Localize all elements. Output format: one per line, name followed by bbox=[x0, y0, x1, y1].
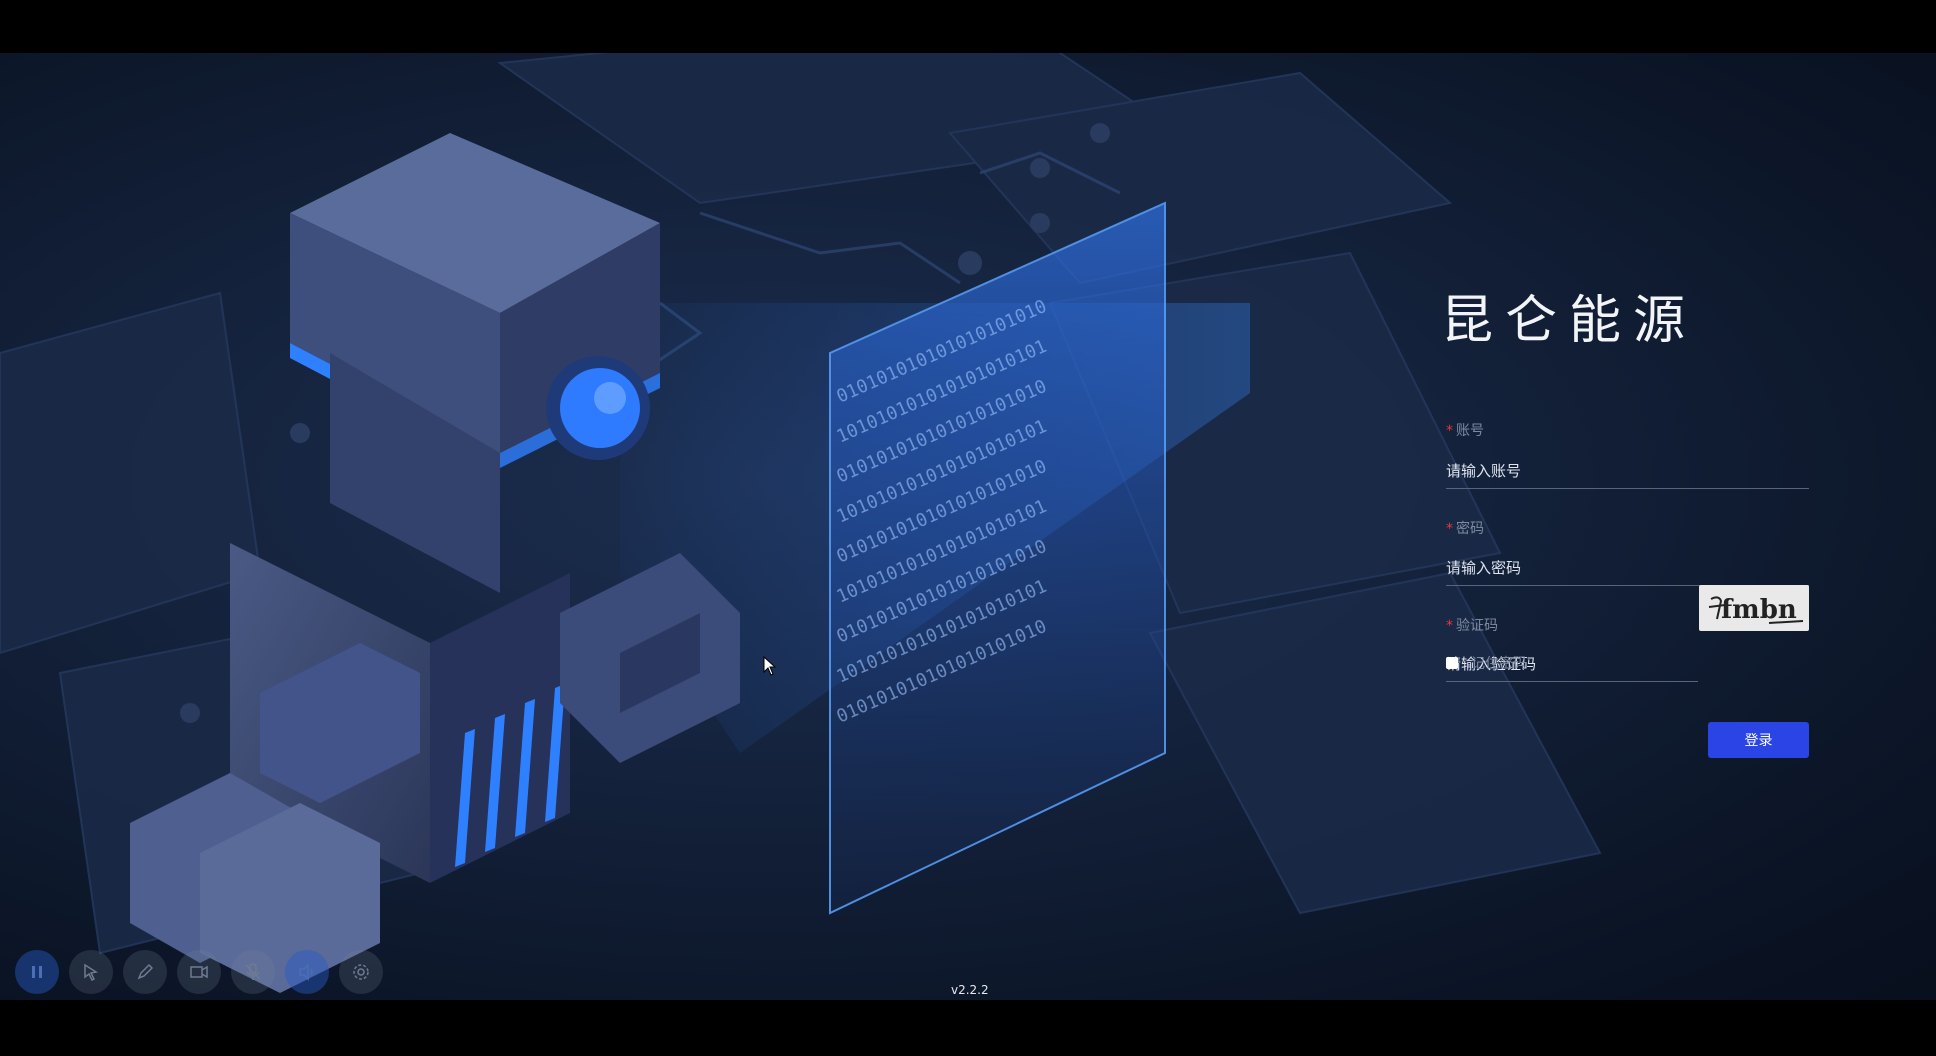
robot-illustration: 010101010101010101010 101010101010101010… bbox=[0, 53, 1602, 993]
account-input[interactable] bbox=[1446, 454, 1809, 488]
captcha-label: * 验证码 bbox=[1446, 618, 1498, 634]
pen-button[interactable] bbox=[123, 950, 167, 994]
captcha-text: fmbn bbox=[1721, 595, 1797, 625]
remember-password[interactable]: 记住密码 bbox=[1446, 653, 1527, 673]
brand-title: 昆仑能源 bbox=[1441, 291, 1698, 351]
login-page: 010101010101010101010 101010101010101010… bbox=[0, 53, 1936, 1000]
settings-button[interactable] bbox=[339, 950, 383, 994]
pause-button[interactable] bbox=[15, 950, 59, 994]
password-label: * 密码 bbox=[1446, 521, 1484, 537]
account-label: * 账号 bbox=[1446, 423, 1484, 439]
mouse-cursor-icon bbox=[763, 656, 777, 676]
speaker-icon bbox=[299, 963, 313, 981]
screen-share-toolbar bbox=[15, 950, 383, 994]
remember-label: 记住密码 bbox=[1471, 656, 1527, 672]
required-mark: * bbox=[1446, 521, 1453, 537]
pen-icon bbox=[137, 963, 154, 980]
required-mark: * bbox=[1446, 618, 1453, 634]
login-button[interactable]: 登录 bbox=[1708, 722, 1809, 758]
screen-frame: 010101010101010101010 101010101010101010… bbox=[0, 0, 1936, 1056]
mic-off-icon bbox=[245, 963, 261, 980]
mic-button[interactable] bbox=[231, 950, 275, 994]
speaker-button[interactable] bbox=[285, 950, 329, 994]
gear-icon bbox=[353, 964, 369, 980]
pointer-icon bbox=[84, 963, 98, 982]
required-mark: * bbox=[1446, 423, 1453, 439]
account-field-wrap bbox=[1446, 454, 1809, 489]
pointer-button[interactable] bbox=[69, 950, 113, 994]
version-label: v2.2.2 bbox=[951, 983, 989, 997]
camera-button[interactable] bbox=[177, 950, 221, 994]
password-input[interactable] bbox=[1446, 551, 1809, 585]
camera-icon bbox=[190, 965, 208, 979]
pause-icon bbox=[32, 966, 42, 978]
remember-checkbox[interactable] bbox=[1446, 657, 1458, 669]
password-field-wrap bbox=[1446, 551, 1809, 586]
captcha-image[interactable]: fmbn bbox=[1699, 585, 1809, 631]
captcha-glyphs: fmbn bbox=[1708, 595, 1804, 625]
